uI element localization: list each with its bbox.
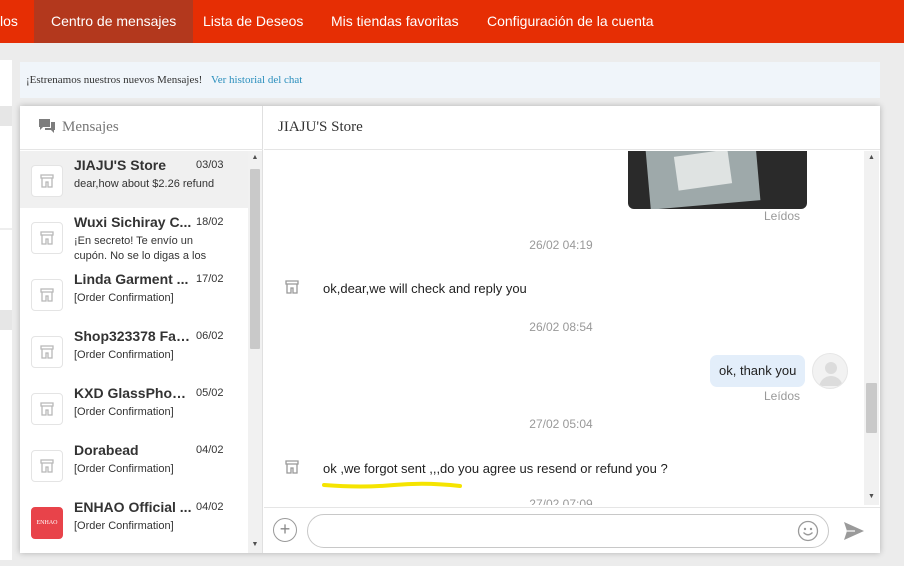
nav-item-orders[interactable]: los [0, 0, 18, 43]
conversation-date: 04/02 [196, 501, 224, 513]
conversation-preview: dear,how about $2.26 refund [74, 178, 215, 190]
conversation-preview: [Order Confirmation] [74, 520, 174, 532]
conversation-item[interactable]: JIAJU'S Store 03/03 dear,how about $2.26… [20, 151, 248, 208]
conversation-preview: ¡En secreto! Te envío un cupón. No se lo… [74, 235, 207, 262]
conversation-item[interactable]: Dorabead 04/02 [Order Confirmation] [20, 436, 248, 493]
sidebar-scrollbar[interactable]: ▲ ▼ [248, 151, 262, 553]
notice-text: ¡Estrenamos nuestros nuevos Mensajes! [26, 74, 203, 86]
chat-history-link[interactable]: Ver historial del chat [211, 74, 302, 86]
conversation-item[interactable]: KXD GlassPhon... 05/02 [Order Confirmati… [20, 379, 248, 436]
conversation-date: 05/02 [196, 387, 224, 399]
conversation-list: JIAJU'S Store 03/03 dear,how about $2.26… [20, 151, 248, 553]
chat-window: Mensajes JIAJU'S Store 03/03 dear,how ab… [20, 106, 880, 553]
sidebar-title: Mensajes [62, 119, 119, 135]
message-timestamp: 27/02 05:04 [529, 417, 593, 431]
send-icon[interactable] [843, 521, 865, 546]
conversation-preview: [Order Confirmation] [74, 292, 174, 304]
message-timestamp: 26/02 08:54 [529, 320, 593, 334]
message-input[interactable] [307, 514, 829, 548]
nav-item-message-center[interactable]: Centro de mensajes [34, 0, 194, 43]
user-avatar [812, 353, 848, 389]
conversation-date: 18/02 [196, 216, 224, 228]
store-icon [31, 222, 63, 254]
conversation-name: Wuxi Sichiray C... [74, 214, 192, 230]
conversation-date: 17/02 [196, 273, 224, 285]
conversation-preview: [Order Confirmation] [74, 349, 174, 361]
conversation-name: Dorabead [74, 442, 139, 458]
conversation-sidebar: Mensajes JIAJU'S Store 03/03 dear,how ab… [20, 106, 263, 553]
read-status: Leídos [764, 209, 801, 223]
conversation-name: Shop323378 Fab... [74, 328, 192, 344]
store-icon [284, 459, 300, 480]
nav-item-account-settings[interactable]: Configuración de la cuenta [487, 0, 654, 43]
chat-bubbles-icon [38, 118, 56, 140]
scroll-down-arrow-icon[interactable]: ▼ [248, 541, 262, 548]
scrollbar-thumb[interactable] [250, 169, 260, 349]
scroll-up-arrow-icon[interactable]: ▲ [248, 154, 262, 161]
my-message: ok, thank you [710, 355, 806, 387]
chat-store-name: JIAJU'S Store [278, 119, 363, 135]
conversation-item[interactable]: Wuxi Sichiray C... 18/02 ¡En secreto! Te… [20, 208, 248, 265]
store-icon [31, 165, 63, 197]
conversation-preview: [Order Confirmation] [74, 463, 174, 475]
store-message: ok,dear,we will check and reply you [323, 281, 527, 296]
conversation-preview: [Order Confirmation] [74, 406, 174, 418]
conversation-name: Linda Garment ... [74, 271, 189, 287]
conversation-name: KXD GlassPhon... [74, 385, 192, 401]
emoji-icon[interactable] [797, 520, 819, 547]
conversation-name: JIAJU'S Store [74, 157, 167, 173]
left-panel-fragment [0, 60, 12, 560]
store-icon [284, 279, 300, 300]
scroll-up-arrow-icon[interactable]: ▲ [864, 154, 879, 161]
yellow-highlight-underline [322, 481, 462, 489]
add-attachment-button[interactable]: + [273, 518, 297, 542]
conversation-item[interactable]: Shop323378 Fab... 06/02 [Order Confirmat… [20, 322, 248, 379]
store-message-highlighted: ok ,we forgot sent ,,,do you agree us re… [323, 461, 668, 476]
conversation-date: 03/03 [196, 159, 224, 171]
message-timestamp: 26/02 04:19 [529, 238, 593, 252]
conversation-date: 04/02 [196, 444, 224, 456]
scrollbar-thumb[interactable] [866, 383, 877, 433]
store-icon [31, 450, 63, 482]
chat-scrollbar[interactable]: ▲ ▼ [864, 151, 879, 505]
top-navigation: los Centro de mensajes Lista de Deseos M… [0, 0, 904, 43]
enhao-logo: ENHAO [31, 507, 63, 539]
nav-item-favorite-stores[interactable]: Mis tiendas favoritas [331, 0, 459, 43]
chat-panel: JIAJU'S Store Leídos 26/02 04:19 ok,dear… [264, 106, 880, 553]
message-composer: + [264, 507, 880, 553]
store-icon [31, 393, 63, 425]
conversation-name: ENHAO Official ... [74, 499, 192, 515]
sidebar-header: Mensajes [20, 106, 263, 150]
notice-bar: ¡Estrenamos nuestros nuevos Mensajes! Ve… [20, 62, 880, 98]
read-status: Leídos [764, 389, 801, 403]
conversation-date: 06/02 [196, 330, 224, 342]
store-icon [31, 279, 63, 311]
conversation-item[interactable]: ENHAO ENHAO Official ... 04/02 [Order Co… [20, 493, 248, 550]
scroll-down-arrow-icon[interactable]: ▼ [864, 493, 879, 500]
message-list: Leídos 26/02 04:19 ok,dear,we will check… [264, 151, 864, 505]
store-icon [31, 336, 63, 368]
message-timestamp: 27/02 07:09 [529, 497, 593, 505]
nav-item-wishlist[interactable]: Lista de Deseos [203, 0, 303, 43]
conversation-item[interactable]: Linda Garment ... 17/02 [Order Confirmat… [20, 265, 248, 322]
message-image[interactable] [628, 151, 807, 209]
chat-header: JIAJU'S Store [264, 106, 880, 150]
